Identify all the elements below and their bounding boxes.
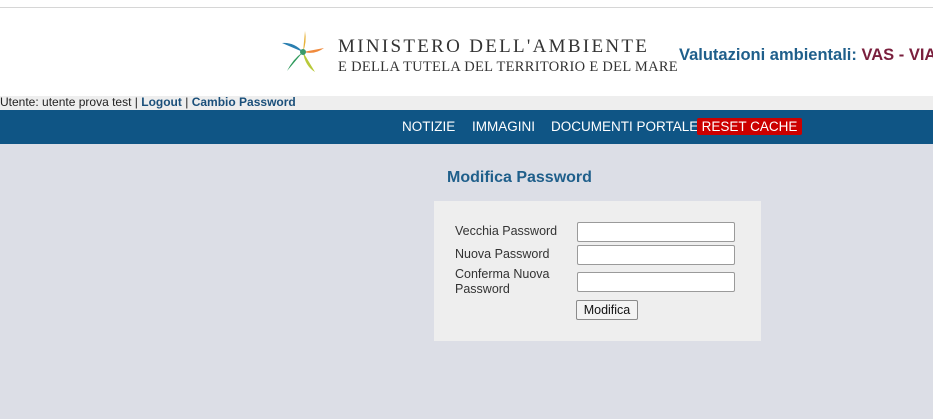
portal-title-highlight: VAS - VIA <box>861 46 933 64</box>
reset-cache-button[interactable]: RESET CACHE <box>697 118 802 135</box>
site-header: MINISTERO DELL'AMBIENTE E DELLA TUTELA D… <box>0 0 933 96</box>
confirm-password-label: Conferma Nuova Password <box>455 267 550 297</box>
portal-title: Valutazioni ambientali: VAS - VIA <box>679 46 933 65</box>
ministry-name-line2: E DELLA TUTELA DEL TERRITORIO E DEL MARE <box>338 59 678 75</box>
new-password-field[interactable] <box>577 245 735 265</box>
nav-item-immagini[interactable]: IMMAGINI <box>472 119 535 135</box>
star-leaf-logo-icon <box>282 31 324 72</box>
modifica-button[interactable]: Modifica <box>576 300 638 320</box>
old-password-label: Vecchia Password <box>455 224 558 238</box>
top-divider <box>0 7 933 8</box>
ministry-name: MINISTERO DELL'AMBIENTE E DELLA TUTELA D… <box>338 37 678 76</box>
page-title: Modifica Password <box>447 169 592 186</box>
portal-title-main: Valutazioni ambientali: <box>679 46 862 64</box>
separator: | <box>185 95 189 109</box>
confirm-password-label-line2: Password <box>455 282 510 296</box>
nav-item-notizie[interactable]: NOTIZIE <box>402 119 455 135</box>
logout-link[interactable]: Logout <box>141 95 182 109</box>
confirm-password-label-line1: Conferma Nuova <box>455 267 550 281</box>
change-password-link[interactable]: Cambio Password <box>192 95 296 109</box>
nav-item-documenti-portale[interactable]: DOCUMENTI PORTALE <box>551 119 698 135</box>
confirm-password-field[interactable] <box>577 272 735 292</box>
user-info: Utente: utente prova test <box>0 95 132 109</box>
new-password-label: Nuova Password <box>455 247 550 261</box>
user-bar: Utente: utente prova test | Logout | Cam… <box>0 96 933 110</box>
old-password-field[interactable] <box>577 222 735 242</box>
page: MINISTERO DELL'AMBIENTE E DELLA TUTELA D… <box>0 0 933 419</box>
separator: | <box>134 95 138 109</box>
ministry-name-line1: MINISTERO DELL'AMBIENTE <box>338 36 650 57</box>
